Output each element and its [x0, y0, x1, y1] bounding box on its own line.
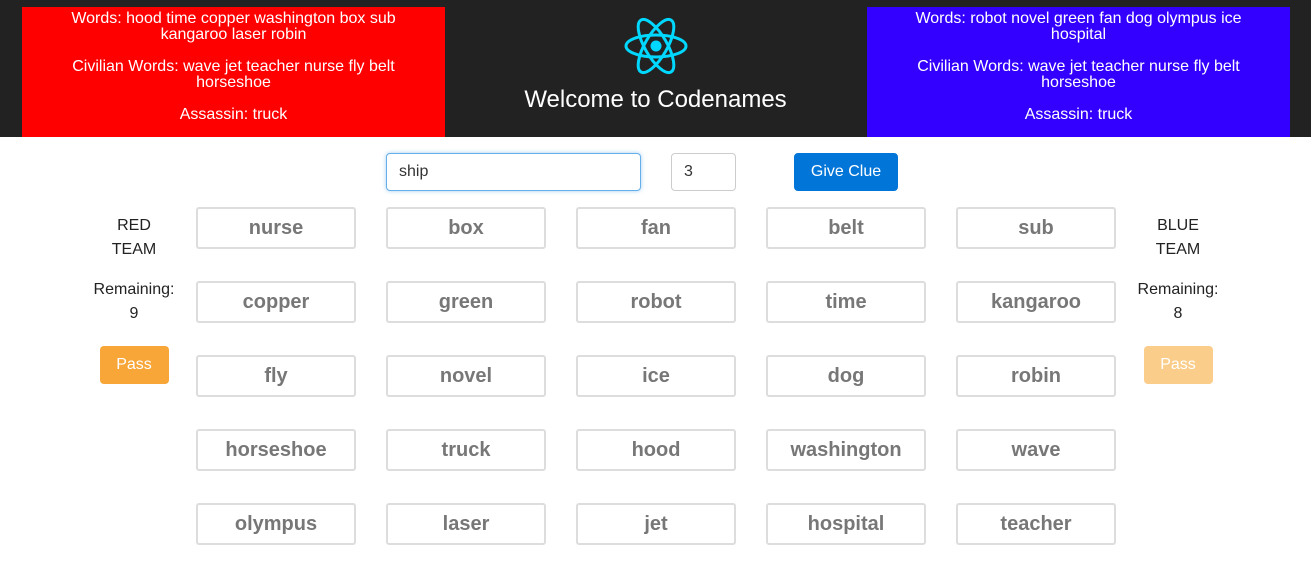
blue-remaining-label: Remaining: [1137, 281, 1219, 298]
word-card[interactable]: fly [196, 355, 356, 397]
red-key-words: Words: hood time copper washington box s… [71, 10, 396, 43]
word-card[interactable]: washington [766, 429, 926, 471]
word-card[interactable]: copper [196, 281, 356, 323]
word-card[interactable]: robin [956, 355, 1116, 397]
word-card[interactable]: novel [386, 355, 546, 397]
red-remaining-count: 9 [129, 305, 139, 322]
blue-team-key-panel: Words: robot novel green fan dog olympus… [867, 7, 1290, 137]
red-team-name: RED TEAM [111, 217, 157, 258]
blue-remaining-count: 8 [1173, 305, 1183, 322]
word-card[interactable]: robot [576, 281, 736, 323]
word-card[interactable]: nurse [196, 207, 356, 249]
word-card[interactable]: sub [956, 207, 1116, 249]
word-card[interactable]: hospital [766, 503, 926, 545]
word-card[interactable]: truck [386, 429, 546, 471]
word-card[interactable]: belt [766, 207, 926, 249]
blue-team-name: BLUE TEAM [1155, 217, 1201, 258]
header-bar: Words: hood time copper washington box s… [0, 0, 1311, 137]
word-card[interactable]: kangaroo [956, 281, 1116, 323]
blue-team-panel: BLUE TEAM Remaining: 8 Pass [1128, 214, 1228, 384]
word-card[interactable]: laser [386, 503, 546, 545]
word-card[interactable]: jet [576, 503, 736, 545]
word-card[interactable]: hood [576, 429, 736, 471]
blue-pass-button[interactable]: Pass [1143, 346, 1213, 384]
word-card[interactable]: horseshoe [196, 429, 356, 471]
word-card[interactable]: olympus [196, 503, 356, 545]
clue-word-input[interactable] [386, 153, 641, 191]
word-card[interactable]: ice [576, 355, 736, 397]
blue-key-civilian-words: Civilian Words: wave jet teacher nurse f… [917, 58, 1240, 91]
word-card[interactable]: box [386, 207, 546, 249]
red-team-key-panel: Words: hood time copper washington box s… [22, 7, 445, 137]
red-pass-button[interactable]: Pass [99, 346, 169, 384]
red-remaining-label: Remaining: [93, 281, 175, 298]
blue-key-words: Words: robot novel green fan dog olympus… [915, 10, 1242, 43]
word-card[interactable]: wave [956, 429, 1116, 471]
react-atom-logo-icon [624, 17, 688, 75]
word-card[interactable]: fan [576, 207, 736, 249]
word-card[interactable]: time [766, 281, 926, 323]
clue-count-input[interactable] [671, 153, 736, 191]
word-card[interactable]: dog [766, 355, 926, 397]
give-clue-button[interactable]: Give Clue [794, 153, 898, 191]
blue-key-assassin: Assassin: truck [1024, 106, 1133, 123]
red-team-panel: RED TEAM Remaining: 9 Pass [84, 214, 184, 384]
word-card[interactable]: green [386, 281, 546, 323]
word-card[interactable]: teacher [956, 503, 1116, 545]
